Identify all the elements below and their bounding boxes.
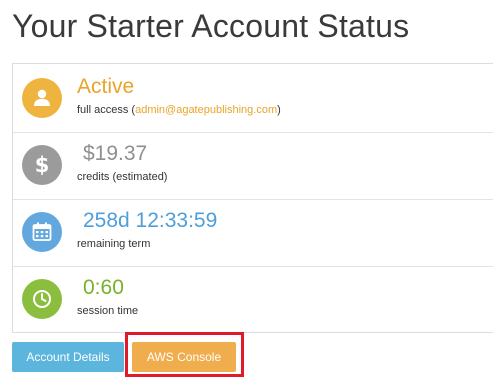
status-row-session: 0:60 session time	[13, 265, 493, 333]
term-value: 258d 12:33:59	[83, 209, 218, 232]
status-row-term: 258d 12:33:59 remaining term	[13, 198, 493, 267]
status-row-account: Active full access (admin@agatepublishin…	[13, 64, 493, 133]
page-title: Your Starter Account Status	[12, 8, 410, 44]
session-value: 0:60	[83, 276, 124, 299]
status-panel: Active full access (admin@agatepublishin…	[12, 63, 493, 333]
account-details-button[interactable]: Account Details	[12, 342, 124, 372]
term-label: remaining term	[77, 238, 151, 250]
session-label: session time	[77, 305, 139, 317]
credits-label: credits (estimated)	[77, 171, 168, 183]
status-row-credits: $ $19.37 credits (estimated)	[13, 131, 493, 200]
credits-value: $19.37	[83, 142, 148, 165]
user-icon	[22, 78, 62, 118]
account-email: admin@agatepublishing.com	[135, 104, 278, 116]
dollar-icon: $	[22, 145, 62, 185]
aws-console-button[interactable]: AWS Console	[132, 342, 236, 372]
clock-icon	[22, 279, 62, 319]
access-suffix: )	[277, 104, 281, 116]
calendar-icon	[22, 212, 62, 252]
svg-text:$: $	[35, 153, 50, 177]
account-status-value: Active	[77, 75, 135, 98]
account-access-label: full access (admin@agatepublishing.com)	[77, 104, 281, 116]
access-prefix: full access (	[77, 104, 136, 116]
